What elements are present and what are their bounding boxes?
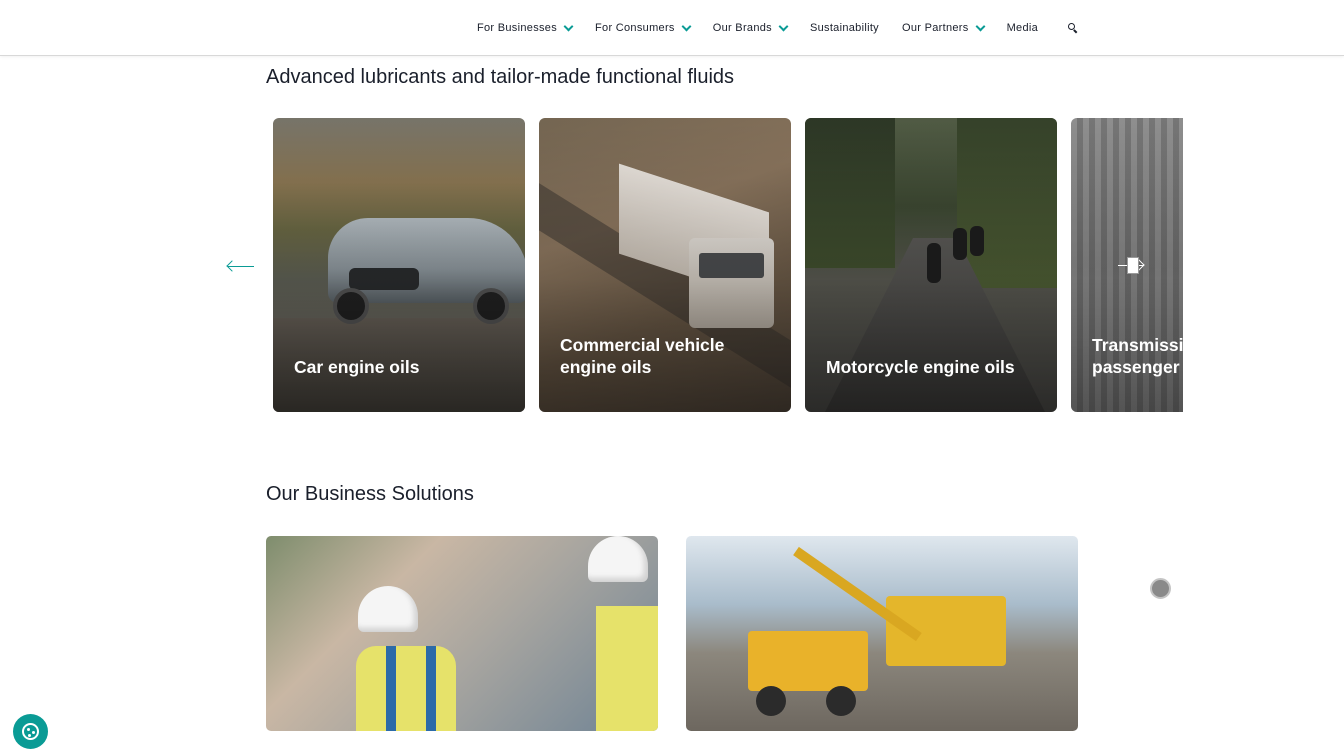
carousel-prev-button[interactable] bbox=[226, 259, 254, 273]
chevron-down-icon bbox=[681, 21, 692, 31]
business-card-mining[interactable] bbox=[686, 536, 1078, 731]
product-card-label: Transmission fluids for passenger cars bbox=[1092, 335, 1183, 377]
product-card-motorcycle-engine-oils[interactable]: Motorcycle engine oils bbox=[805, 118, 1057, 412]
business-section-title: Our Business Solutions bbox=[266, 483, 474, 505]
business-card-construction[interactable] bbox=[266, 536, 658, 731]
nav-item-our-brands[interactable]: Our Brands bbox=[712, 21, 789, 34]
nav-item-label: Media bbox=[1006, 22, 1039, 34]
product-card-label: Car engine oils bbox=[294, 357, 420, 377]
chevron-down-icon bbox=[975, 21, 986, 31]
nav-item-sustainability[interactable]: Sustainability bbox=[810, 22, 879, 34]
nav-item-label: Sustainability bbox=[809, 22, 879, 34]
main-nav: For Businesses For Consumers Our Brands … bbox=[477, 0, 1078, 56]
product-card-label: Commercial vehicle engine oils bbox=[560, 335, 725, 377]
scroll-to-top-dot[interactable] bbox=[1150, 578, 1171, 599]
nav-item-for-consumers[interactable]: For Consumers bbox=[595, 21, 692, 34]
nav-item-label: For Consumers bbox=[595, 22, 675, 34]
nav-item-for-businesses[interactable]: For Businesses bbox=[477, 21, 574, 34]
product-card-car-engine-oils[interactable]: Car engine oils bbox=[273, 118, 525, 412]
nav-item-label: Our Partners bbox=[901, 22, 969, 34]
search-icon[interactable] bbox=[1068, 23, 1078, 34]
lubricants-section-title: Advanced lubricants and tailor-made func… bbox=[266, 66, 735, 88]
site-header: For Businesses For Consumers Our Brands … bbox=[0, 0, 1344, 56]
chevron-down-icon bbox=[778, 21, 789, 31]
cookie-icon bbox=[22, 723, 39, 740]
nav-item-label: Our Brands bbox=[712, 22, 772, 34]
cookie-settings-button[interactable] bbox=[13, 714, 48, 749]
product-card-label: Motorcycle engine oils bbox=[826, 357, 1015, 377]
carousel-next-button[interactable] bbox=[1118, 257, 1148, 275]
nav-item-label: For Businesses bbox=[477, 22, 558, 34]
product-card-commercial-vehicle-engine-oils[interactable]: Commercial vehicle engine oils bbox=[539, 118, 791, 412]
nav-item-media[interactable]: Media bbox=[1007, 22, 1038, 34]
chevron-down-icon bbox=[563, 21, 574, 31]
product-carousel: Car engine oils Commercial vehicle engin… bbox=[266, 118, 1183, 412]
nav-item-our-partners[interactable]: Our Partners bbox=[901, 21, 986, 34]
